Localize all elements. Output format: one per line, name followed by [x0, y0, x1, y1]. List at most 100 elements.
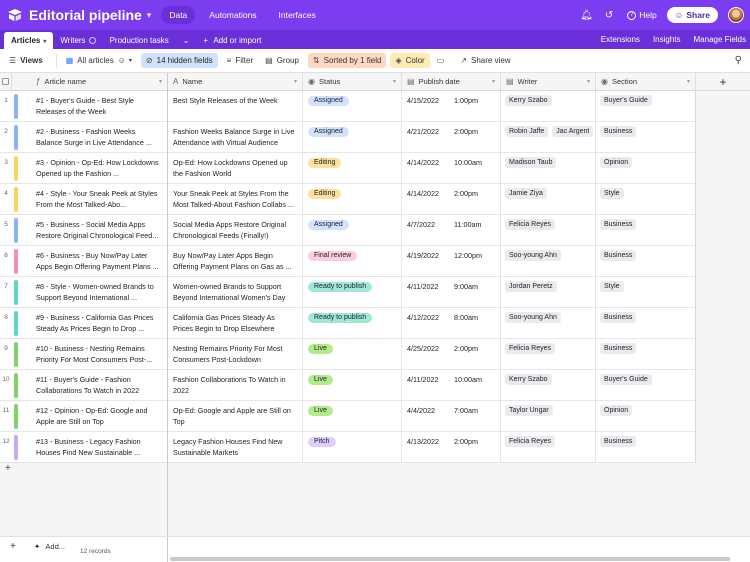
writer-chip[interactable]: Taylor Ungar	[505, 405, 553, 416]
cell-article-name[interactable]: #12 - Opinion - Op-Ed: Google and Apple …	[31, 401, 168, 432]
table-row[interactable]: 7 #8 - Style - Women-owned Brands to Supp…	[0, 277, 696, 308]
hidden-fields-button[interactable]: ⊘ 14 hidden fields	[140, 53, 218, 68]
cell-section[interactable]: Business	[596, 122, 696, 153]
cell-writer[interactable]: Felicia Reyes	[501, 432, 596, 463]
cell-writer[interactable]: Felicia Reyes	[501, 215, 596, 246]
color-button[interactable]: ◈ Color	[390, 53, 430, 68]
cell-section[interactable]: Opinion	[596, 153, 696, 184]
cell-article-name[interactable]: #9 - Business - California Gas Prices St…	[31, 308, 168, 339]
cell-name[interactable]: Social Media Apps Restore Original Chron…	[168, 215, 303, 246]
nav-interfaces[interactable]: Interfaces	[271, 6, 324, 24]
cell-publish-date[interactable]: 4/11/2022 10:00am	[402, 370, 501, 401]
cell-status[interactable]: Editing	[303, 153, 402, 184]
column-header-writer[interactable]: ▤ Writer ▾	[501, 73, 596, 91]
writer-chip[interactable]: Jac Argent	[552, 126, 594, 137]
sort-button[interactable]: ⇅ Sorted by 1 field	[307, 53, 387, 68]
bell-icon[interactable]: 🔔︎	[580, 10, 593, 21]
insights-button[interactable]: Insights	[653, 35, 681, 44]
search-icon[interactable]: ⚲	[735, 55, 742, 66]
writer-chip[interactable]: Kerry Szabo	[505, 95, 552, 106]
nav-data[interactable]: Data	[161, 6, 196, 24]
chevron-down-icon[interactable]: ▾	[159, 73, 162, 91]
cell-status[interactable]: Assigned	[303, 215, 402, 246]
cell-section[interactable]: Business	[596, 432, 696, 463]
cell-name[interactable]: Best Style Releases of the Week	[168, 91, 303, 122]
writer-chip[interactable]: Madison Taub	[505, 157, 557, 168]
cell-publish-date[interactable]: 4/7/2022 11:00am	[402, 215, 501, 246]
cell-section[interactable]: Buyer's Guide	[596, 370, 696, 401]
cell-status[interactable]: Live	[303, 370, 402, 401]
extensions-button[interactable]: Extensions	[601, 35, 640, 44]
table-row[interactable]: 4 #4 - Style - Your Sneak Peek at Styles …	[0, 184, 696, 215]
table-row[interactable]: 2 #2 - Business - Fashion Weeks Balance S…	[0, 122, 696, 153]
cell-article-name[interactable]: #1 - Buyer's Guide - Best Style Releases…	[31, 91, 168, 122]
cell-article-name[interactable]: #4 - Style - Your Sneak Peek at Styles F…	[31, 184, 168, 215]
cell-name[interactable]: California Gas Prices Steady As Prices B…	[168, 308, 303, 339]
cell-section[interactable]: Business	[596, 339, 696, 370]
cell-writer[interactable]: Soo-young Ahn	[501, 308, 596, 339]
cell-name[interactable]: Op-Ed: Google and Apple are Still on Top	[168, 401, 303, 432]
manage-fields-button[interactable]: Manage Fields	[694, 35, 746, 44]
share-view-button[interactable]: ↗ Share view	[455, 53, 515, 68]
column-header-article-name[interactable]: ƒ Article name ▾	[31, 73, 168, 91]
cell-name[interactable]: Op-Ed: How Lockdowns Opened up the Fashi…	[168, 153, 303, 184]
filter-button[interactable]: ≡ Filter	[222, 53, 258, 68]
cell-writer[interactable]: Kerry Szabo	[501, 91, 596, 122]
more-tables-chevron-icon[interactable]: ⌄	[176, 32, 197, 49]
tab-writers[interactable]: Writers	[53, 32, 102, 49]
cell-name[interactable]: Legacy Fashion Houses Find New Sustainab…	[168, 432, 303, 463]
user-avatar[interactable]	[728, 7, 744, 23]
views-button[interactable]: ☰ Views	[4, 53, 48, 68]
cell-status[interactable]: Assigned	[303, 91, 402, 122]
table-row[interactable]: 5 #5 - Business - Social Media Apps Resto…	[0, 215, 696, 246]
cell-publish-date[interactable]: 4/11/2022 9:00am	[402, 277, 501, 308]
chevron-down-icon[interactable]: ▾	[492, 73, 495, 91]
chevron-down-icon[interactable]: ▾	[294, 73, 297, 91]
cell-status[interactable]: Editing	[303, 184, 402, 215]
group-button[interactable]: ▤ Group	[260, 53, 304, 68]
column-header-name[interactable]: A Name ▾	[168, 73, 303, 91]
column-header-publish-date[interactable]: ▤ Publish date ▾	[402, 73, 501, 91]
writer-chip[interactable]: Soo-young Ahn	[505, 250, 561, 261]
cell-section[interactable]: Opinion	[596, 401, 696, 432]
cell-section[interactable]: Style	[596, 277, 696, 308]
cell-section[interactable]: Buyer's Guide	[596, 91, 696, 122]
column-header-section[interactable]: ◉ Section ▾	[596, 73, 696, 91]
cell-publish-date[interactable]: 4/21/2022 2:00pm	[402, 122, 501, 153]
chevron-down-icon[interactable]: ▾	[687, 73, 690, 91]
cell-publish-date[interactable]: 4/14/2022 10:00am	[402, 153, 501, 184]
cell-name[interactable]: Your Sneak Peek at Styles From the Most …	[168, 184, 303, 215]
base-title[interactable]: Editorial pipeline	[29, 7, 142, 23]
writer-chip[interactable]: Soo-young Ahn	[505, 312, 561, 323]
cell-writer[interactable]: Jamie Ziya	[501, 184, 596, 215]
cell-publish-date[interactable]: 4/4/2022 7:00am	[402, 401, 501, 432]
cell-article-name[interactable]: #5 - Business - Social Media Apps Restor…	[31, 215, 168, 246]
cell-article-name[interactable]: #8 - Style - Women-owned Brands to Suppo…	[31, 277, 168, 308]
cell-status[interactable]: Ready to publish	[303, 308, 402, 339]
column-header-status[interactable]: ◉ Status ▾	[303, 73, 402, 91]
writer-chip[interactable]: Jamie Ziya	[505, 188, 547, 199]
select-all-checkbox[interactable]	[0, 73, 12, 91]
nav-automations[interactable]: Automations	[201, 6, 264, 24]
tab-production-tasks[interactable]: Production tasks	[103, 32, 176, 49]
writer-chip[interactable]: Robin Jaffe	[505, 126, 549, 137]
cell-writer[interactable]: Kerry Szabo	[501, 370, 596, 401]
cell-publish-date[interactable]: 4/15/2022 1:00pm	[402, 91, 501, 122]
writer-chip[interactable]: Jordan Peretz	[505, 281, 557, 292]
chevron-down-icon[interactable]: ▾	[587, 73, 590, 91]
table-row[interactable]: 3 #3 - Opinion - Op-Ed: How Lockdowns Ope…	[0, 153, 696, 184]
cell-article-name[interactable]: #10 - Business - Nesting Remains Priorit…	[31, 339, 168, 370]
chevron-down-icon[interactable]: ▾	[43, 39, 46, 45]
cell-status[interactable]: Pitch	[303, 432, 402, 463]
share-button[interactable]: ☺ Share	[666, 7, 718, 23]
cell-name[interactable]: Fashion Weeks Balance Surge in Live Atte…	[168, 122, 303, 153]
add-menu-button[interactable]: ✦ Add...	[34, 542, 65, 551]
cell-section[interactable]: Business	[596, 308, 696, 339]
cell-publish-date[interactable]: 4/14/2022 2:00pm	[402, 184, 501, 215]
cell-section[interactable]: Style	[596, 184, 696, 215]
cell-name[interactable]: Women-owned Brands to Support Beyond Int…	[168, 277, 303, 308]
cell-writer[interactable]: Robin Jaffe Jac Argent	[501, 122, 596, 153]
cell-name[interactable]: Fashion Collaborations To Watch in 2022	[168, 370, 303, 401]
cell-article-name[interactable]: #3 - Opinion - Op-Ed: How Lockdowns Open…	[31, 153, 168, 184]
cell-section[interactable]: Business	[596, 246, 696, 277]
